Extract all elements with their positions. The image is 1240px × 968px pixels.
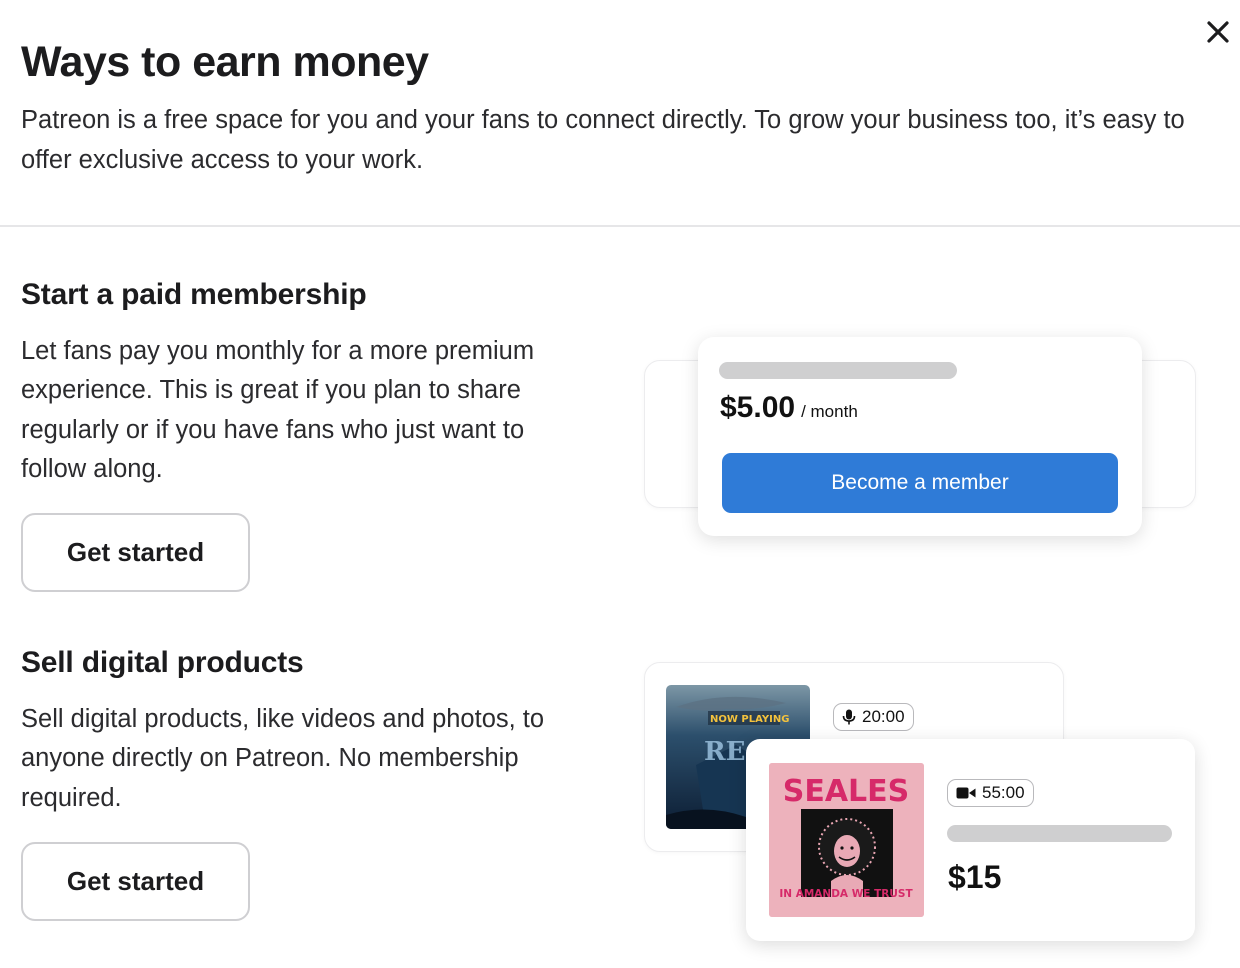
become-member-button[interactable]: Become a member [722, 453, 1118, 513]
membership-price-row: $5.00 / month [720, 391, 858, 425]
membership-section: Start a paid membership Let fans pay you… [21, 276, 561, 592]
digital-get-started-button[interactable]: Get started [21, 842, 250, 921]
cover2-title: SEALES [783, 774, 910, 809]
audio-duration: 20:00 [862, 707, 905, 726]
membership-heading: Start a paid membership [21, 278, 367, 311]
svg-text:RE: RE [704, 737, 745, 767]
digital-products-section: Sell digital products Sell digital produ… [21, 644, 561, 921]
placeholder-bar [947, 825, 1172, 842]
membership-price: $5.00 [720, 391, 796, 424]
digital-heading: Sell digital products [21, 646, 304, 679]
microphone-icon [842, 709, 856, 725]
membership-description: Let fans pay you monthly for a more prem… [21, 337, 535, 483]
video-duration-badge: 55:00 [947, 779, 1034, 807]
audio-duration-badge: 20:00 [833, 703, 914, 731]
product-price: $15 [948, 859, 1002, 895]
membership-preview-card: $5.00 / month Become a member [698, 337, 1142, 536]
cover1-text: NOW PLAYING [710, 714, 789, 725]
video-camera-icon [956, 787, 976, 799]
divider [0, 225, 1240, 227]
membership-period: / month [801, 402, 858, 421]
video-cover-image: SEALES IN AMANDA WE TRUST [769, 763, 924, 917]
digital-description: Sell digital products, like videos and p… [21, 705, 545, 812]
placeholder-bar [719, 362, 957, 379]
video-duration: 55:00 [982, 783, 1025, 802]
membership-get-started-button[interactable]: Get started [21, 513, 250, 592]
page-title: Ways to earn money [21, 38, 429, 86]
intro-text: Patreon is a free space for you and your… [21, 106, 1185, 174]
dialog-header: Ways to earn money Patreon is a free spa… [21, 36, 1221, 180]
product-preview-card: SEALES IN AMANDA WE TRUST 55:00 $15 [746, 739, 1195, 941]
cover2-subtitle: IN AMANDA WE TRUST [779, 888, 913, 900]
